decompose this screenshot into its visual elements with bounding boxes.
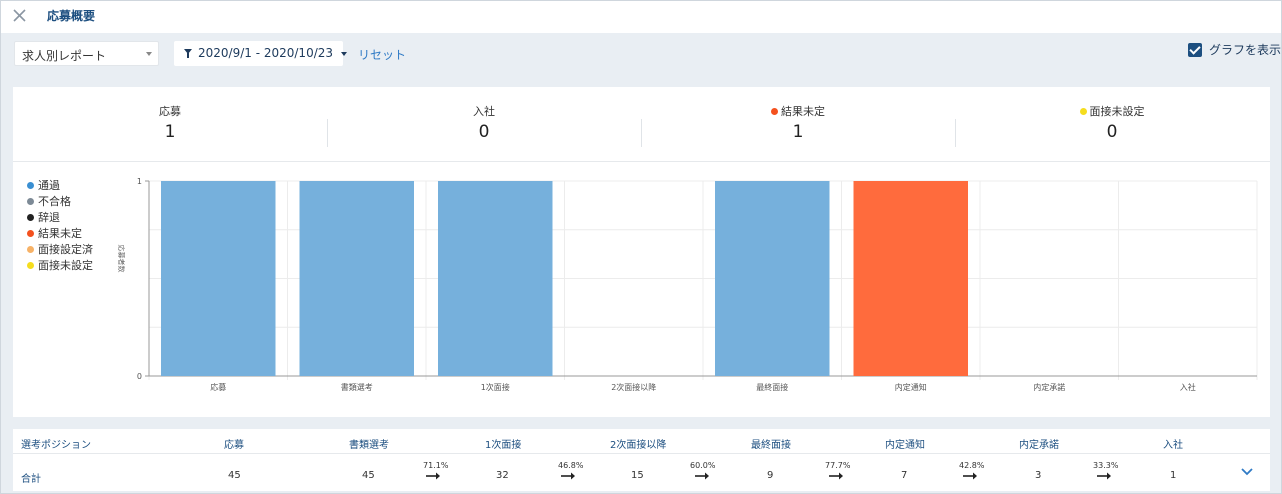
table-cell: 1 (1170, 470, 1177, 481)
conversion-rate: 60.0% (690, 461, 716, 470)
page-title: 応募概要 (47, 9, 96, 23)
conversion-rate: 42.8% (959, 461, 985, 470)
status-dot-icon (1079, 108, 1087, 115)
divider (13, 453, 1270, 454)
column-header: 入社 (1163, 440, 1183, 451)
summary-table: 選考ポジション 応募 書類選考 1次面接 2次面接以降 最終面接 内定通知 内定… (13, 429, 1270, 491)
column-header: 1次面接 (485, 440, 522, 451)
summary-panel: 応募 1 入社 0 結果未定 1 面接未設定 0 通過 不合格 辞退 結果未定 … (13, 87, 1270, 417)
table-cell: 45 (362, 470, 375, 481)
column-header: 選考ポジション (21, 440, 91, 451)
column-header: 内定承諾 (1019, 440, 1059, 451)
x-tick-label: 入社 (1180, 382, 1196, 392)
stat-result-pending: 結果未定 1 (641, 103, 955, 142)
stat-applications: 応募 1 (13, 103, 327, 142)
stat-value: 0 (1106, 122, 1118, 142)
column-header: 応募 (224, 440, 244, 451)
arrow-right-icon (963, 472, 977, 480)
funnel-bar-chart: 0 1 応募者数応募 書類選考 1次面接 2次面接以降 最終面接 内定通知 内定承諾 入社 (117, 177, 1258, 392)
stat-value: 0 (478, 122, 490, 142)
stat-label: 応募 (159, 105, 181, 118)
arrow-right-icon (829, 472, 843, 480)
stat-value: 1 (792, 122, 804, 142)
x-tick-label: 最終面接 (756, 382, 788, 392)
table-cell: 9 (767, 470, 774, 481)
column-header: 書類選考 (349, 440, 389, 451)
conversion-rate: 33.3% (1093, 461, 1119, 470)
table-cell: 32 (496, 470, 509, 481)
y-tick-label: 1 (137, 177, 142, 186)
bar-1 (161, 181, 276, 376)
chevron-down-icon[interactable] (1241, 467, 1253, 476)
table-cell: 7 (901, 470, 908, 481)
column-header: 最終面接 (751, 440, 791, 451)
stats-row: 応募 1 入社 0 結果未定 1 面接未設定 0 (13, 87, 1270, 162)
x-tick-label: 1次面接 (481, 382, 510, 392)
bar-2 (299, 181, 414, 376)
column-header: 内定通知 (885, 440, 925, 451)
reset-link[interactable]: リセット (358, 46, 406, 63)
bar-6 (853, 181, 968, 376)
conversion-rate: 71.1% (423, 461, 449, 470)
table-cell: 3 (1035, 470, 1042, 481)
stat-label: 入社 (473, 105, 495, 118)
x-tick-label: 2次面接以降 (611, 382, 656, 392)
y-tick-label: 0 (137, 372, 142, 381)
arrow-right-icon (695, 472, 709, 480)
close-icon[interactable] (11, 7, 29, 25)
arrow-right-icon (1097, 472, 1111, 480)
report-type-value: 求人別レポート (22, 49, 107, 63)
status-dot-icon (771, 108, 778, 115)
stat-hired: 入社 0 (327, 103, 641, 142)
bar-5 (715, 181, 830, 376)
x-tick-label: 応募 (210, 382, 226, 392)
date-range-filter[interactable]: 2020/9/1 - 2020/10/23 (174, 41, 348, 66)
column-header: 2次面接以降 (610, 440, 667, 451)
stat-label: 面接未設定 (955, 103, 1269, 119)
stat-value: 1 (164, 122, 176, 142)
arrow-right-icon (561, 472, 575, 480)
title-bar: 応募概要 (1, 1, 1281, 33)
chevron-down-icon (146, 52, 152, 56)
stat-label: 結果未定 (641, 103, 955, 119)
show-graph-label: グラフを表示 (1209, 43, 1282, 57)
arrow-right-icon (426, 472, 440, 480)
x-tick-label: 書類選考 (341, 382, 373, 392)
date-range-value: 2020/9/1 - 2020/10/23 (198, 46, 334, 60)
conversion-rate: 46.8% (558, 461, 584, 470)
x-tick-label: 内定承諾 (1033, 382, 1065, 392)
table-cell: 15 (631, 470, 644, 481)
stat-interview-unset: 面接未設定 0 (955, 103, 1269, 142)
table-cell: 45 (228, 470, 241, 481)
conversion-rate: 77.7% (825, 461, 851, 470)
x-tick-label: 内定通知 (895, 382, 927, 392)
show-graph-checkbox[interactable] (1188, 42, 1202, 57)
row-label: 合計 (21, 474, 41, 485)
toolbar: 求人別レポート 2020/9/1 - 2020/10/23 リセット グラフを表… (1, 33, 1281, 75)
report-type-select[interactable]: 求人別レポート (14, 41, 159, 66)
chevron-down-icon (341, 51, 348, 56)
show-graph-toggle[interactable]: グラフを表示 (1188, 41, 1281, 58)
y-axis-label: 応募者数 (117, 245, 126, 273)
filter-icon (184, 49, 192, 58)
bar-3 (438, 181, 553, 376)
